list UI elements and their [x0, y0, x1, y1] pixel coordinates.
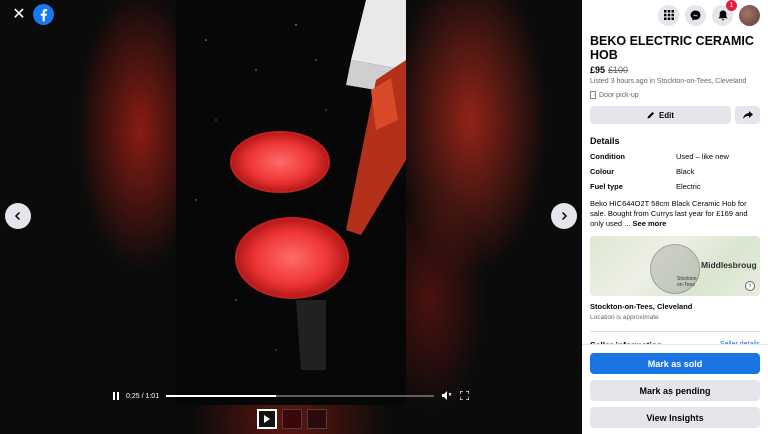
next-media-button[interactable]: [551, 203, 577, 229]
media-viewer: ✕ 0:25 / 1:01: [0, 0, 582, 434]
location-map[interactable]: Middlesbroug Stockton- on-Tees i: [590, 236, 760, 296]
see-more-link[interactable]: See more: [633, 219, 667, 228]
pencil-icon: [647, 112, 654, 119]
pickup-info: Door pick-up: [590, 91, 760, 99]
bottom-actions: Mark as sold Mark as pending View Insigh…: [582, 344, 768, 434]
chevron-right-icon: [561, 211, 568, 221]
video-time: 0:25 / 1:01: [126, 392, 160, 400]
facebook-logo-icon[interactable]: [33, 4, 54, 25]
video-progress-fill: [166, 395, 276, 397]
map-label-line: on-Tees: [677, 282, 695, 288]
top-navigation: 1: [582, 0, 768, 30]
media-thumbnails: [257, 409, 327, 429]
play-icon: [264, 415, 270, 423]
bell-icon: [718, 10, 727, 20]
location-name: Stockton-on-Tees, Cleveland: [590, 302, 693, 311]
detail-row-condition: Condition Used – like new: [590, 152, 760, 161]
video-controls: 0:25 / 1:01: [106, 386, 474, 406]
detail-value: Used – like new: [676, 152, 729, 161]
pickup-label: Door pick-up: [599, 91, 639, 99]
video-frame[interactable]: [176, 0, 406, 405]
pause-icon[interactable]: [106, 392, 126, 400]
share-icon: [742, 111, 753, 119]
listing-actions: Edit: [590, 106, 760, 124]
detail-key: Colour: [590, 167, 615, 176]
details-heading: Details: [590, 136, 620, 146]
thumbnail-image[interactable]: [307, 409, 327, 429]
listing-title: BEKO ELECTRIC CERAMIC HOB: [590, 34, 754, 62]
location-note: Location is approximate: [590, 314, 659, 321]
price: £95 £100: [590, 65, 760, 75]
description: Beko HIC644O2T 58cm Black Ceramic Hob fo…: [590, 199, 760, 229]
chevron-left-icon: [14, 211, 21, 221]
info-icon[interactable]: i: [745, 281, 755, 291]
detail-key: Fuel type: [590, 182, 623, 191]
listing-panel: 1 BEKO ELECTRIC CERAMIC HOB £95 £100 List…: [582, 0, 768, 434]
old-price: £100: [608, 65, 629, 75]
notifications-button[interactable]: 1: [712, 0, 737, 26]
thumbnail-video[interactable]: [257, 409, 277, 429]
hob-video-still: [176, 0, 406, 405]
detail-row-fuel-type: Fuel type Electric: [590, 182, 760, 191]
view-insights-button[interactable]: View Insights: [590, 407, 760, 428]
messenger-icon: [690, 9, 701, 21]
mark-as-pending-button[interactable]: Mark as pending: [590, 380, 760, 401]
map-label-town: Middlesbroug: [701, 260, 757, 270]
mark-as-sold-button[interactable]: Mark as sold: [590, 353, 760, 374]
video-progress-bar[interactable]: [166, 395, 434, 397]
edit-label: Edit: [658, 110, 675, 120]
avatar[interactable]: [739, 4, 760, 26]
detail-row-colour: Colour Black: [590, 167, 760, 176]
volume-icon[interactable]: [442, 390, 452, 402]
notification-badge: 1: [726, 0, 737, 11]
detail-key: Condition: [590, 152, 625, 161]
description-text: Beko HIC644O2T 58cm Black Ceramic Hob fo…: [590, 199, 748, 228]
map-label-small-town: Stockton- on-Tees: [677, 276, 698, 288]
grid-icon: [663, 10, 674, 20]
close-icon[interactable]: ✕: [10, 6, 28, 24]
thumbnail-image[interactable]: [282, 409, 302, 429]
current-price: £95: [590, 65, 606, 75]
edit-button[interactable]: Edit: [590, 106, 731, 124]
fullscreen-icon[interactable]: [459, 389, 470, 402]
detail-value: Black: [676, 167, 695, 176]
menu-grid-button[interactable]: [658, 4, 679, 26]
previous-media-button[interactable]: [5, 203, 31, 229]
messenger-button[interactable]: [685, 4, 706, 26]
door-icon: [590, 91, 596, 99]
detail-value: Electric: [676, 182, 701, 191]
listing-content: BEKO ELECTRIC CERAMIC HOB £95 £100 Listed…: [582, 30, 768, 350]
share-button[interactable]: [735, 106, 760, 124]
marketplace-item-viewer: ✕ 0:25 / 1:01 1 BEKO ELECTRIC CERAMIC HO…: [0, 0, 768, 434]
listed-info: Listed 3 hours ago in Stockton-on-Tees, …: [590, 78, 747, 85]
